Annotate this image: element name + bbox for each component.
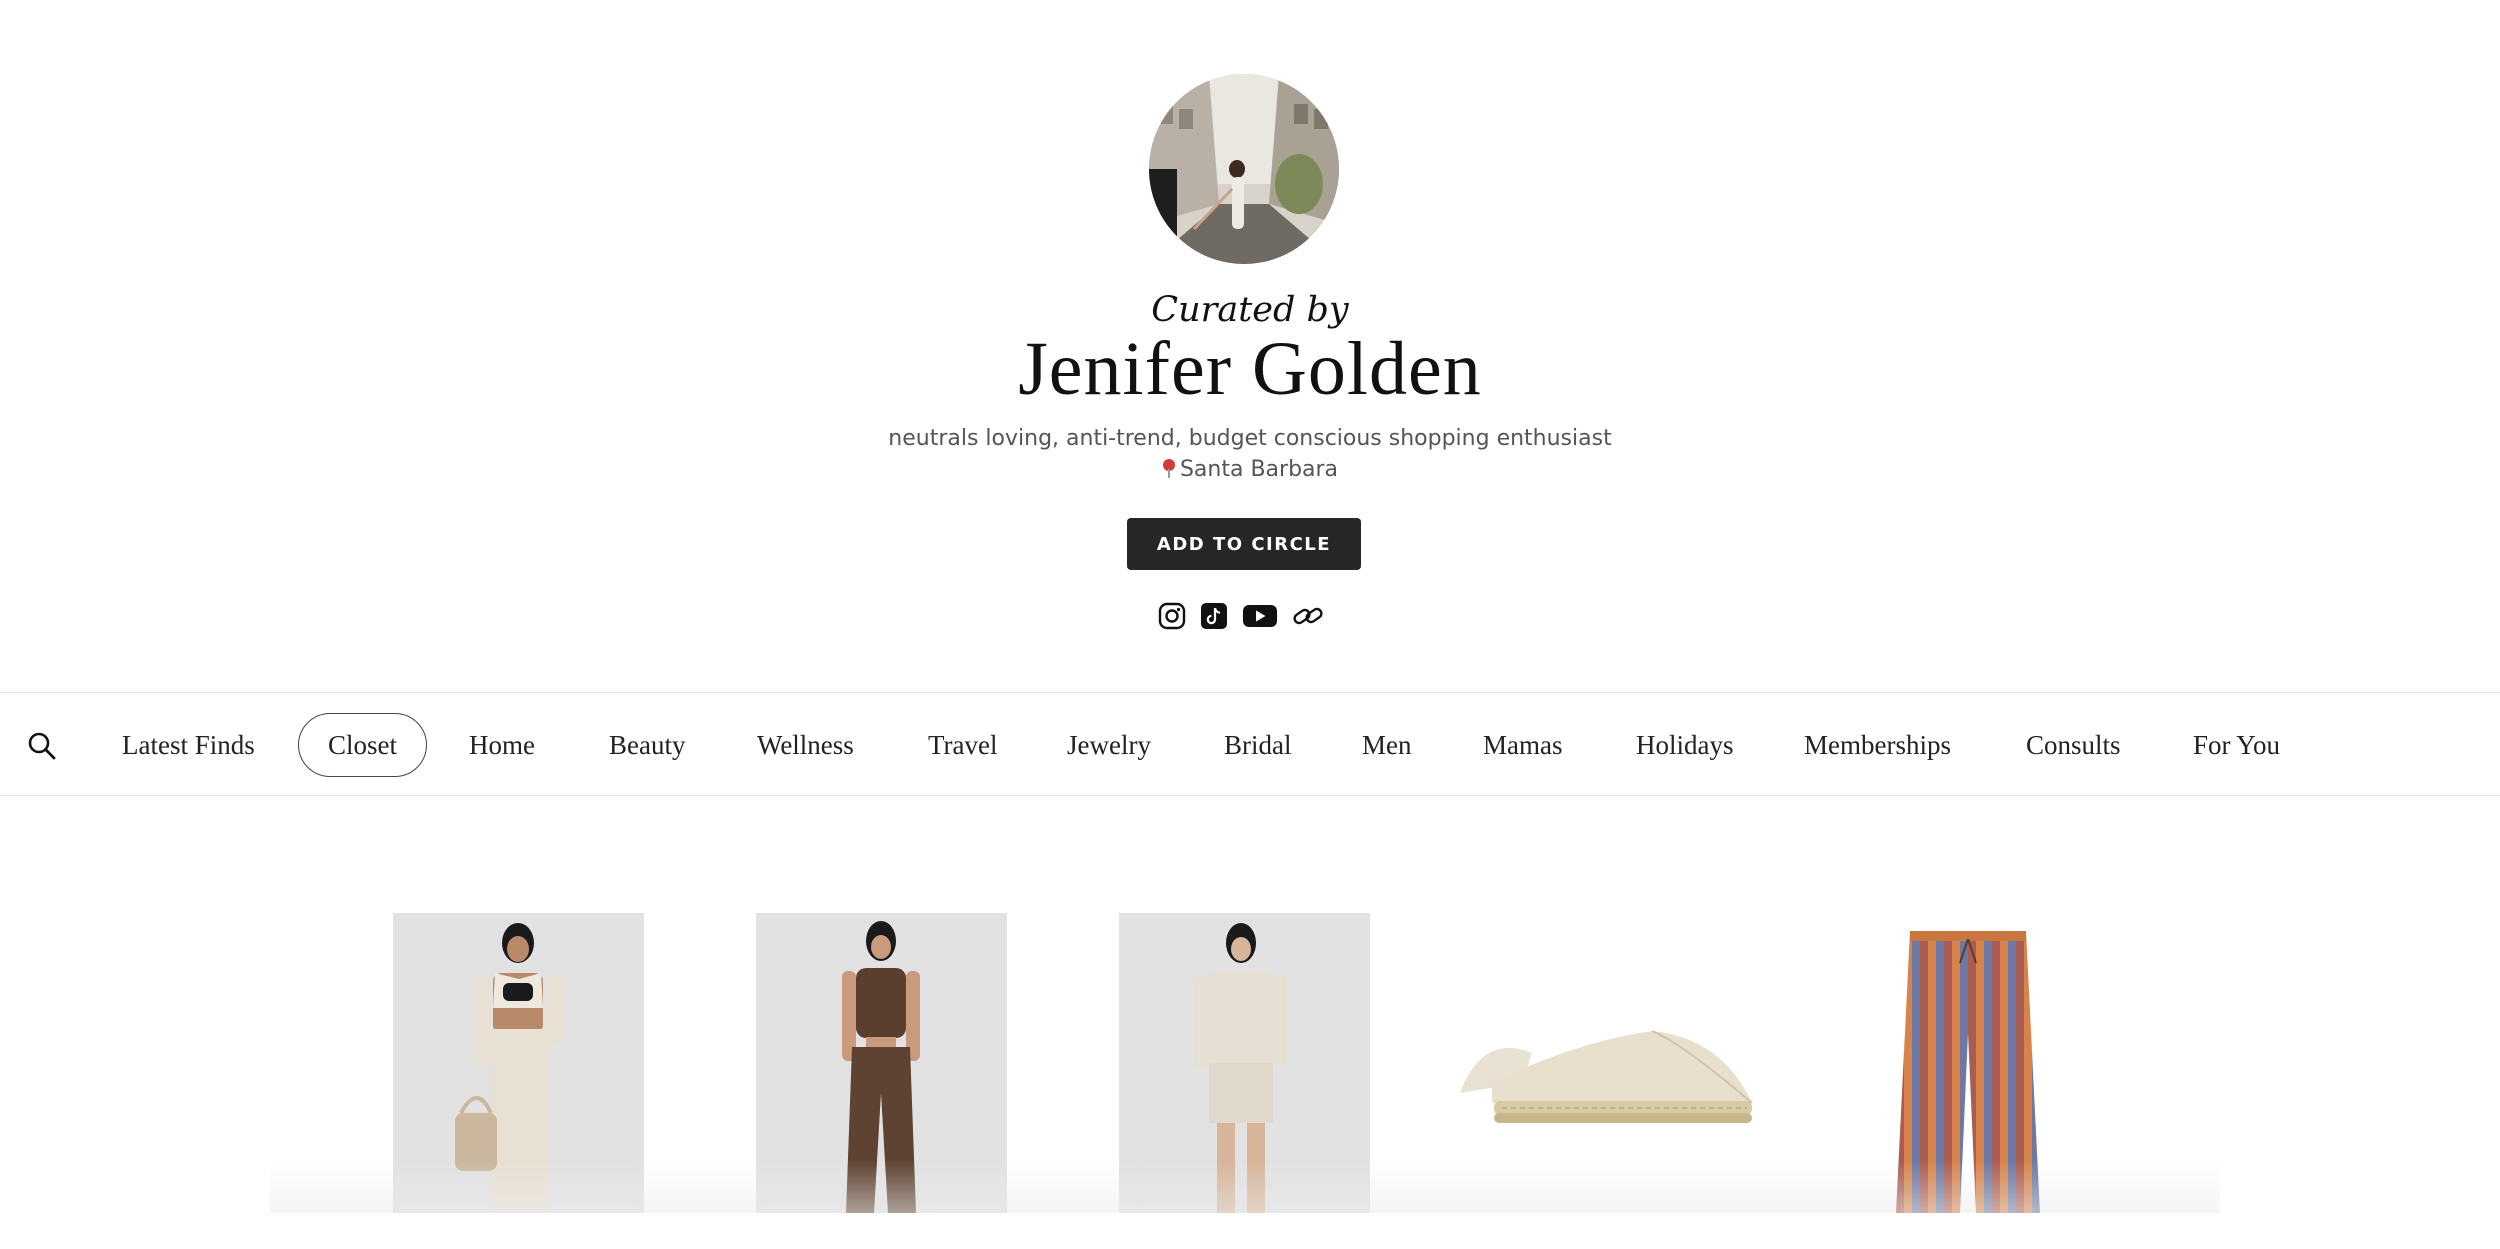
product-brown-knit-set[interactable] bbox=[756, 913, 1007, 1213]
location-pin-icon bbox=[1162, 459, 1176, 478]
nav-item-travel[interactable]: Travel bbox=[928, 713, 998, 777]
category-nav: Latest Finds Closet Home Beauty Wellness… bbox=[0, 692, 2500, 796]
product-linen-shirt-shorts[interactable] bbox=[1119, 913, 1370, 1213]
creator-name: Jenifer Golden bbox=[1018, 327, 1482, 411]
nav-item-mamas[interactable]: Mamas bbox=[1483, 713, 1562, 777]
social-links bbox=[1158, 600, 1324, 632]
product-cream-vest-set[interactable] bbox=[393, 913, 644, 1213]
avatar-photo bbox=[1149, 74, 1339, 264]
nav-item-bridal[interactable]: Bridal bbox=[1224, 713, 1292, 777]
nav-item-holidays[interactable]: Holidays bbox=[1636, 713, 1734, 777]
nav-item-latest-finds[interactable]: Latest Finds bbox=[122, 713, 255, 777]
add-to-circle-button[interactable]: ADD TO CIRCLE bbox=[1127, 518, 1361, 570]
location-text: Santa Barbara bbox=[1179, 457, 1339, 482]
tiktok-icon[interactable] bbox=[1200, 602, 1228, 630]
profile-page: Curated by Jenifer Golden neutrals lovin… bbox=[0, 0, 2500, 1249]
profile-avatar bbox=[1149, 74, 1339, 264]
nav-item-wellness[interactable]: Wellness bbox=[757, 713, 854, 777]
product-striped-pants[interactable] bbox=[1880, 913, 2056, 1213]
nav-item-memberships[interactable]: Memberships bbox=[1804, 713, 1951, 777]
nav-item-jewelry[interactable]: Jewelry bbox=[1067, 713, 1151, 777]
creator-location: Santa Barbara bbox=[0, 457, 2500, 482]
nav-item-closet[interactable]: Closet bbox=[298, 713, 428, 777]
youtube-icon[interactable] bbox=[1242, 602, 1278, 630]
nav-item-beauty[interactable]: Beauty bbox=[609, 713, 685, 777]
product-espadrille-flat[interactable] bbox=[1452, 913, 1758, 1213]
nav-item-consults[interactable]: Consults bbox=[2026, 713, 2121, 777]
nav-item-for-you[interactable]: For You bbox=[2193, 713, 2280, 777]
nav-item-men[interactable]: Men bbox=[1362, 713, 1412, 777]
curated-by-label: Curated by bbox=[1151, 290, 1349, 330]
creator-bio: neutrals loving, anti-trend, budget cons… bbox=[888, 426, 1612, 451]
nav-item-home[interactable]: Home bbox=[469, 713, 535, 777]
instagram-icon[interactable] bbox=[1158, 602, 1186, 630]
link-icon[interactable] bbox=[1292, 602, 1324, 630]
search-icon[interactable] bbox=[26, 730, 58, 762]
